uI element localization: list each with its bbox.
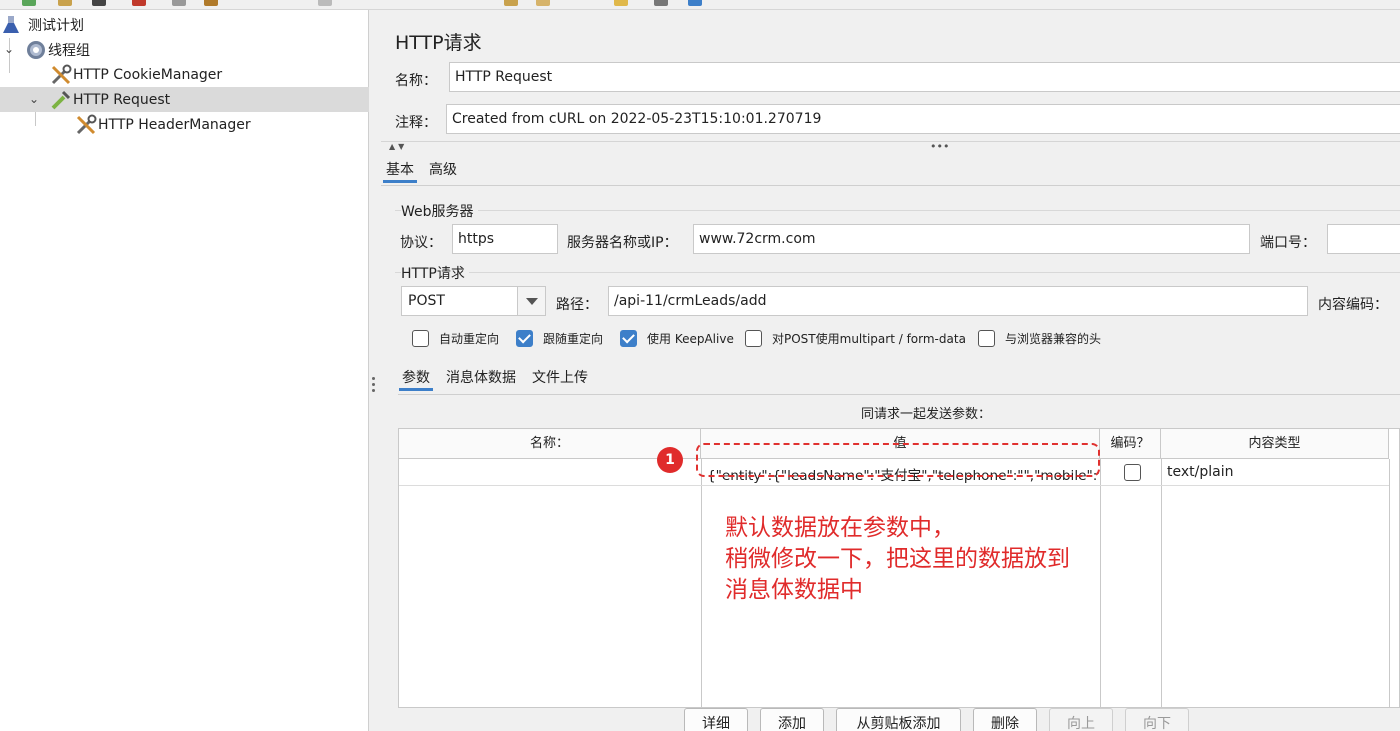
tree-item-cookie-manager[interactable]: HTTP CookieManager <box>0 62 369 87</box>
http-request-section-title: HTTP请求 <box>401 263 469 283</box>
encoding-label: 内容编码： <box>1318 297 1388 313</box>
detail-button[interactable]: 详细 <box>684 708 748 731</box>
save-icon[interactable] <box>92 0 106 6</box>
search-icon[interactable] <box>614 0 628 6</box>
http-request-panel: HTTP请求 名称： HTTP Request 注释： Created from… <box>381 10 1400 731</box>
auto-redirect-option[interactable]: 自动重定向 <box>412 330 499 347</box>
panel-title: HTTP请求 <box>395 32 482 54</box>
method-select[interactable]: POST <box>401 286 546 316</box>
add-button[interactable]: 添加 <box>760 708 824 731</box>
web-server-section-title: Web服务器 <box>401 201 478 221</box>
tree-item-label: 测试计划 <box>28 17 84 34</box>
move-up-button[interactable]: 向上 <box>1049 708 1113 731</box>
annotation-line: 默认数据放在参数中， <box>725 515 955 541</box>
auto-redirect-checkbox[interactable] <box>412 330 429 347</box>
tree-item-thread-group[interactable]: ⌄ 线程组 <box>0 37 369 62</box>
copy-icon[interactable] <box>172 0 186 6</box>
option-label: 跟随重定向 <box>543 332 604 346</box>
port-field[interactable] <box>1327 224 1400 254</box>
method-value: POST <box>408 293 445 309</box>
column-header-content-type[interactable]: 内容类型 <box>1161 429 1389 459</box>
server-field[interactable]: www.72crm.com <box>693 224 1250 254</box>
step-badge: 1 <box>657 447 683 473</box>
column-header-encode[interactable]: 编码？ <box>1100 429 1161 459</box>
chevron-down-icon[interactable] <box>517 287 545 315</box>
option-label: 对POST使用multipart / form-data <box>772 332 966 346</box>
tree-item-test-plan[interactable]: 测试计划 <box>0 12 369 37</box>
vertical-splitter-grip[interactable] <box>372 377 376 397</box>
tab-basic[interactable]: 基本 <box>383 157 417 183</box>
tree-item-label: HTTP Request <box>73 91 171 108</box>
wrench-icon <box>51 64 72 85</box>
table-button-row: 详细 添加 从剪贴板添加 删除 向上 向下 <box>381 708 1400 731</box>
tab-file-upload[interactable]: 文件上传 <box>529 365 591 391</box>
option-label: 自动重定向 <box>439 332 500 346</box>
tab-body-data[interactable]: 消息体数据 <box>443 365 519 391</box>
annotation-text: 默认数据放在参数中， 稍微修改一下，把这里的数据放到 消息体数据中 <box>725 513 1070 606</box>
clear-all-icon[interactable] <box>536 0 550 6</box>
run-icon[interactable] <box>22 0 36 6</box>
chevron-down-icon[interactable]: ⌄ <box>29 93 41 105</box>
tree-item-header-manager[interactable]: HTTP HeaderManager <box>0 112 369 137</box>
port-label: 端口号： <box>1260 235 1316 251</box>
cut-icon[interactable] <box>132 0 146 6</box>
protocol-label: 协议： <box>400 235 442 251</box>
flask-icon <box>3 16 19 33</box>
protocol-field[interactable]: https <box>452 224 558 254</box>
multipart-option[interactable]: 对POST使用multipart / form-data <box>745 330 966 347</box>
keepalive-checkbox[interactable] <box>620 330 637 347</box>
encode-checkbox[interactable] <box>1124 464 1141 481</box>
multipart-checkbox[interactable] <box>745 330 762 347</box>
open-icon[interactable] <box>58 0 72 6</box>
tree-item-label: 线程组 <box>48 42 90 59</box>
pipette-icon <box>51 90 71 110</box>
add-from-clipboard-button[interactable]: 从剪贴板添加 <box>836 708 961 731</box>
gear-icon <box>27 41 45 59</box>
tree-item-label: HTTP HeaderManager <box>98 116 251 133</box>
splitter-dots-icon: ••• <box>930 140 950 153</box>
path-label: 路径： <box>556 297 598 313</box>
horizontal-splitter[interactable]: ▲▼ ••• <box>381 140 1400 153</box>
chevron-down-icon[interactable]: ⌄ <box>4 43 16 55</box>
browser-headers-option[interactable]: 与浏览器兼容的头 <box>978 330 1101 347</box>
name-field[interactable]: HTTP Request <box>449 62 1400 92</box>
keepalive-option[interactable]: 使用 KeepAlive <box>620 330 734 347</box>
move-down-button[interactable]: 向下 <box>1125 708 1189 731</box>
comment-label: 注释： <box>395 115 437 131</box>
paste-icon[interactable] <box>204 0 218 6</box>
browser-headers-checkbox[interactable] <box>978 330 995 347</box>
tab-parameters[interactable]: 参数 <box>399 365 433 391</box>
comment-field[interactable]: Created from cURL on 2022-05-23T15:10:01… <box>446 104 1400 134</box>
name-label: 名称： <box>395 73 437 89</box>
option-label: 与浏览器兼容的头 <box>1005 332 1102 346</box>
function-icon[interactable] <box>654 0 668 6</box>
help-icon[interactable] <box>688 0 702 6</box>
tab-advanced[interactable]: 高级 <box>426 157 460 183</box>
table-caption: 同请求一起发送参数： <box>861 407 992 422</box>
highlight-box <box>696 443 1100 477</box>
follow-redirect-option[interactable]: 跟随重定向 <box>516 330 603 347</box>
toolbar <box>0 0 1400 10</box>
wrench-icon <box>76 114 97 135</box>
server-label: 服务器名称或IP： <box>567 235 678 251</box>
clear-icon[interactable] <box>504 0 518 6</box>
collapse-arrows-icon[interactable]: ▲▼ <box>389 142 407 151</box>
expand-icon[interactable] <box>318 0 332 6</box>
delete-button[interactable]: 删除 <box>973 708 1037 731</box>
content-type-cell[interactable]: text/plain <box>1167 464 1383 480</box>
path-field[interactable]: /api-11/crmLeads/add <box>608 286 1308 316</box>
annotation-line: 消息体数据中 <box>725 577 863 603</box>
column-header-name[interactable]: 名称： <box>399 429 701 459</box>
option-label: 使用 KeepAlive <box>647 332 734 346</box>
tree-item-label: HTTP CookieManager <box>73 66 223 83</box>
tree-item-http-request[interactable]: ⌄ HTTP Request <box>0 87 369 112</box>
test-plan-tree: 测试计划 ⌄ 线程组 HTTP CookieManager ⌄ HTTP Req… <box>0 10 369 731</box>
follow-redirect-checkbox[interactable] <box>516 330 533 347</box>
annotation-line: 稍微修改一下，把这里的数据放到 <box>725 546 1070 572</box>
